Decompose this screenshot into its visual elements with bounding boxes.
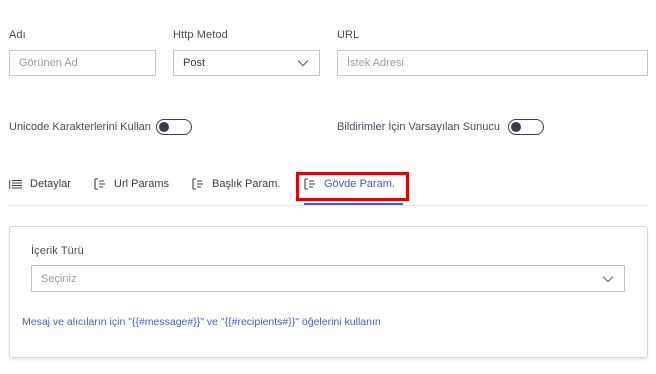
http-method-label: Http Metod bbox=[173, 29, 228, 41]
unicode-toggle-row: Unicode Karakterlerini Kullan bbox=[9, 119, 192, 135]
body-params-hint: Mesaj ve alıcıların için "{{#message#}}"… bbox=[22, 316, 381, 328]
toggle-knob bbox=[511, 121, 522, 132]
tab-url-params-label: Url Params bbox=[114, 178, 170, 190]
chevron-down-icon bbox=[297, 60, 309, 67]
list-icon bbox=[9, 179, 22, 189]
active-tab-highlight bbox=[296, 172, 409, 201]
http-method-select[interactable]: Post bbox=[173, 50, 320, 76]
name-input[interactable]: Görünen Ad bbox=[9, 50, 156, 76]
tab-detaylar-label: Detaylar bbox=[30, 178, 71, 190]
name-label: Adı bbox=[9, 29, 26, 41]
unicode-toggle-label: Unicode Karakterlerini Kullan bbox=[9, 121, 151, 133]
http-method-value: Post bbox=[183, 57, 206, 69]
tab-detaylar[interactable]: Detaylar bbox=[9, 178, 71, 190]
params-icon bbox=[94, 178, 105, 190]
params-icon bbox=[192, 178, 203, 190]
chevron-down-icon bbox=[602, 275, 614, 282]
default-server-toggle-row: Bildirimler İçin Varsayılan Sunucu bbox=[337, 119, 545, 135]
default-server-toggle-label: Bildirimler İçin Varsayılan Sunucu bbox=[337, 121, 501, 133]
toggle-knob bbox=[158, 121, 169, 132]
unicode-toggle-switch[interactable] bbox=[155, 119, 192, 135]
tab-baslik-param[interactable]: Başlık Param. bbox=[192, 178, 280, 190]
url-label: URL bbox=[337, 29, 360, 41]
content-type-label: İçerik Türü bbox=[31, 245, 84, 257]
body-params-panel bbox=[9, 226, 648, 358]
tab-url-params[interactable]: Url Params bbox=[94, 178, 169, 190]
content-type-placeholder: Seçiniz bbox=[41, 272, 77, 285]
tabs-divider bbox=[9, 205, 648, 206]
default-server-toggle-switch[interactable] bbox=[508, 119, 545, 135]
name-input-placeholder: Görünen Ad bbox=[19, 57, 78, 69]
tab-baslik-param-label: Başlık Param. bbox=[212, 178, 281, 190]
url-input[interactable]: İstek Adresi bbox=[337, 50, 648, 76]
url-input-placeholder: İstek Adresi bbox=[347, 57, 404, 69]
content-type-select[interactable]: Seçiniz bbox=[31, 265, 625, 292]
